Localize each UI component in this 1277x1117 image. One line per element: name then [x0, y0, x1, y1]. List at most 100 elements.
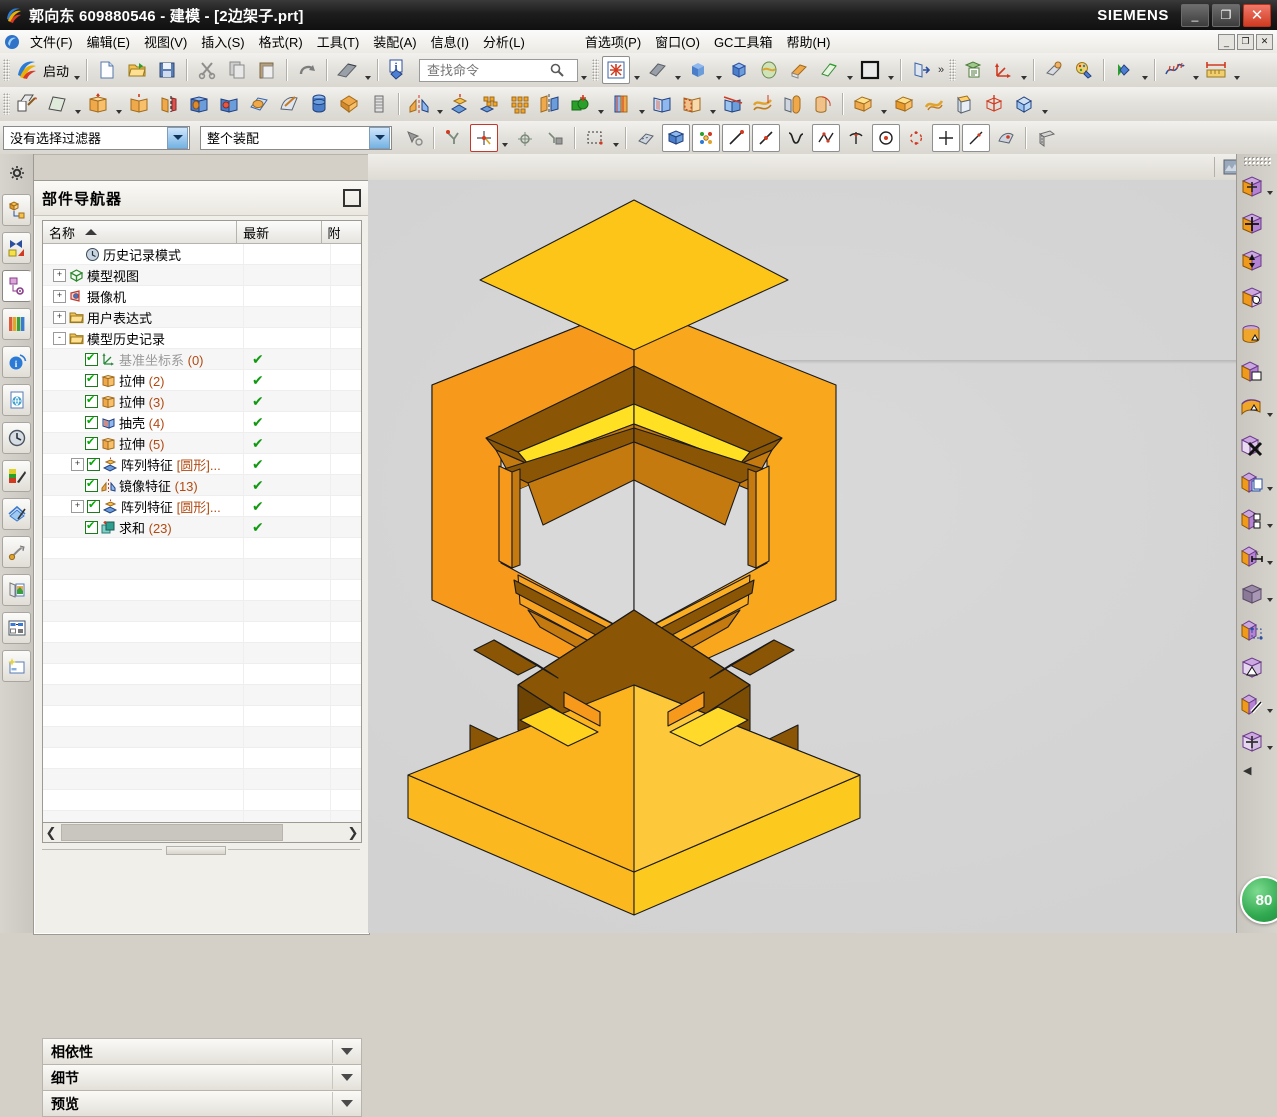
feature-checkbox[interactable] [85, 393, 98, 408]
find-command-box[interactable] [419, 58, 579, 82]
find-dropdown-icon[interactable] [578, 54, 589, 87]
constraint-navigator-icon[interactable] [2, 232, 31, 264]
datum-dropdown-icon[interactable] [72, 88, 83, 121]
snap-endpoint-icon[interactable] [722, 123, 750, 152]
face-analysis-icon[interactable] [785, 56, 813, 84]
tube-icon[interactable] [607, 90, 635, 118]
menu-preferences[interactable]: 首选项(P) [578, 30, 648, 53]
roles-icon[interactable] [2, 574, 31, 606]
snap-point-icon[interactable] [440, 124, 468, 152]
pull-face-command[interactable] [1237, 205, 1277, 242]
toolbar-overflow-icon[interactable]: » [936, 64, 946, 76]
layer-settings-icon[interactable] [959, 56, 987, 84]
table-row[interactable]: 历史记录模式 [43, 244, 361, 265]
sew-icon[interactable] [920, 90, 948, 118]
table-row[interactable]: - 模型历史记录 [43, 328, 361, 349]
feature-checkbox[interactable] [87, 456, 100, 471]
graphics-viewport[interactable]: 3D世界网 WWW.3DSJW.COM [368, 180, 1236, 933]
new-window-icon[interactable] [2, 650, 31, 682]
tree-row-name-cell[interactable]: 拉伸 (2) [43, 370, 244, 390]
panel-splitter[interactable] [42, 846, 360, 855]
tree-row-name-cell[interactable]: + 模型视图 [43, 265, 244, 285]
start-menu-icon[interactable] [13, 56, 41, 84]
analysis-curvature-icon[interactable] [1161, 56, 1189, 84]
shaded-dropdown-icon[interactable] [713, 54, 724, 87]
thicken-icon[interactable] [950, 90, 978, 118]
window-close-button[interactable]: ✕ [1243, 3, 1271, 27]
expand-icon[interactable]: + [71, 457, 84, 471]
system-visualization-icon[interactable] [2, 612, 31, 644]
sketch-icon[interactable] [13, 90, 41, 118]
scrollbar-thumb[interactable] [61, 824, 283, 841]
delete-face-command[interactable] [1237, 279, 1277, 316]
menu-window[interactable]: 窗口(O) [648, 30, 707, 53]
delete-body-command[interactable] [1237, 427, 1277, 464]
optimize-face-command[interactable] [1237, 686, 1277, 723]
feature-checkbox[interactable] [87, 498, 100, 513]
feature-checkbox[interactable] [85, 372, 98, 387]
history-icon[interactable] [2, 422, 31, 454]
section-dependencies[interactable]: 相依性 [42, 1038, 362, 1065]
tree-row-name-cell[interactable]: 镜像特征 (13) [43, 475, 244, 495]
offset-region-command[interactable] [1237, 390, 1277, 427]
right-bar-grip[interactable] [1243, 156, 1272, 166]
move-face-command[interactable] [1237, 168, 1277, 205]
snap-on-curve-icon[interactable] [962, 123, 990, 152]
new-file-icon[interactable] [93, 56, 121, 84]
studio-render-icon[interactable] [755, 56, 783, 84]
snap-on-face-icon[interactable] [992, 124, 1020, 152]
table-row[interactable]: + 阵列特征 [圆形]... ✔ [43, 496, 361, 517]
select-general-icon[interactable] [400, 124, 428, 152]
shaded-view-icon[interactable] [684, 56, 712, 84]
table-row[interactable]: 镜像特征 (13) ✔ [43, 475, 361, 496]
fit-dropdown-icon[interactable] [631, 54, 642, 87]
process-studio-icon[interactable] [2, 536, 31, 568]
shell-body-command[interactable] [1237, 575, 1277, 612]
feature-checkbox[interactable] [85, 477, 98, 492]
table-row[interactable]: 抽壳 (4) ✔ [43, 412, 361, 433]
chevron-down-icon[interactable] [1265, 502, 1275, 537]
column-header-latest[interactable]: 最新 [237, 221, 322, 243]
measure-distance-icon[interactable] [1202, 56, 1230, 84]
pattern-feature-icon[interactable] [446, 90, 474, 118]
wrap-geometry-icon[interactable] [809, 90, 837, 118]
boss-icon[interactable] [215, 90, 243, 118]
tree-row-name-cell[interactable]: 拉伸 (3) [43, 391, 244, 411]
start-label[interactable]: 启动 [42, 61, 71, 80]
doc-close-button[interactable]: ✕ [1256, 33, 1273, 50]
tree-row-name-cell[interactable]: - 模型历史记录 [43, 328, 244, 348]
hd3d-tools-icon[interactable]: i [2, 346, 31, 378]
snap-control-point-icon[interactable] [782, 124, 810, 152]
offset-edge-command[interactable] [1237, 649, 1277, 686]
pin-panel-button[interactable] [343, 189, 361, 207]
window-restore-button[interactable]: ❐ [1212, 3, 1240, 27]
cut-icon[interactable] [193, 56, 221, 84]
tree-row-name-cell[interactable]: 求和 (23) [43, 517, 244, 537]
selection-scope-combo[interactable]: 整个装配 [200, 125, 392, 150]
menu-help[interactable]: 帮助(H) [779, 30, 837, 53]
tree-row-name-cell[interactable]: + 用户表达式 [43, 307, 244, 327]
copy-face-command[interactable] [1237, 353, 1277, 390]
doc-minimize-button[interactable]: _ [1218, 33, 1235, 50]
toolbar-grip[interactable] [592, 59, 600, 81]
chevron-down-icon[interactable] [1265, 724, 1275, 759]
chevron-down-icon[interactable] [1265, 539, 1275, 574]
sketch-section-icon[interactable] [333, 56, 361, 84]
table-row[interactable]: + 模型视图 [43, 265, 361, 286]
section-details[interactable]: 细节 [42, 1064, 362, 1091]
3d-model-render[interactable] [368, 180, 1236, 933]
rect-select-dropdown-icon[interactable] [610, 121, 621, 154]
snap-existing-point-icon[interactable] [932, 123, 960, 152]
selection-filter-combo[interactable]: 没有选择过滤器 [3, 125, 190, 150]
add-shape-icon[interactable] [566, 90, 594, 118]
table-row[interactable]: 基准坐标系 (0) ✔ [43, 349, 361, 370]
chevron-down-icon[interactable] [1265, 576, 1275, 611]
datum-csys-feature-icon[interactable] [1010, 90, 1038, 118]
resize-length-command[interactable]: x [1237, 538, 1277, 575]
chevron-down-icon[interactable] [369, 126, 390, 149]
revolve-axis-icon[interactable] [155, 90, 183, 118]
shaded-select-icon[interactable] [662, 123, 690, 152]
toolbar-grip[interactable] [949, 59, 957, 81]
wcs-dynamics-icon[interactable] [989, 56, 1017, 84]
shading-dropdown-icon[interactable] [1139, 54, 1150, 87]
